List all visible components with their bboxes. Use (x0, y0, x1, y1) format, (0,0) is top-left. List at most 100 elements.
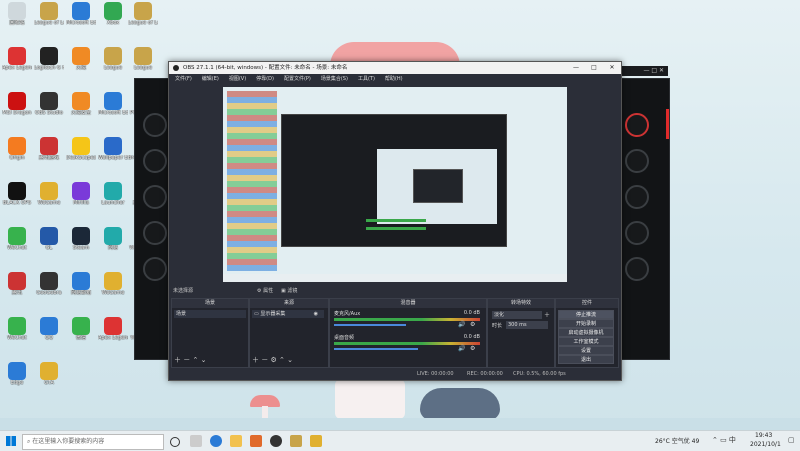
gear-icon[interactable]: ⚙ (470, 321, 475, 328)
taskbar-search-input[interactable]: ⌕ 在这里输入你要搜索的内容 (22, 434, 164, 450)
app-icon[interactable] (250, 435, 262, 447)
desktop-shortcut[interactable]: DeskScapes (66, 137, 96, 171)
duration-input[interactable]: 300 ms (506, 321, 548, 329)
add-source-button[interactable]: ＋ (252, 356, 259, 364)
system-tray-icons[interactable]: ⌃ ▭ 中 (712, 435, 736, 445)
add-scene-button[interactable]: ＋ (174, 356, 181, 364)
desktop-shortcut[interactable]: League (98, 47, 128, 81)
move-down-button[interactable]: ⌄ (287, 356, 293, 364)
desktop-shortcut[interactable]: GeoGebra (34, 272, 64, 306)
obs-taskbar-icon[interactable] (270, 435, 282, 447)
desktop-shortcut[interactable]: WeGame (34, 182, 64, 216)
weather-text[interactable]: 26°C 空气优 49 (655, 436, 699, 445)
edge-icon[interactable] (210, 435, 222, 447)
desktop-shortcut[interactable]: Wallpaper Engine (98, 137, 128, 171)
desktop-shortcut[interactable]: 腾讯 (2, 272, 32, 306)
add-transition-icon[interactable]: ＋ (544, 310, 550, 319)
desktop-shortcut[interactable]: 火绒安全 (66, 92, 96, 126)
file-explorer-icon[interactable] (230, 435, 242, 447)
desktop-shortcut[interactable]: Mirillis (66, 182, 96, 216)
knob-icon (625, 113, 649, 137)
menu-item[interactable]: 停靠(D) (256, 76, 274, 82)
remove-source-button[interactable]: － (261, 356, 268, 364)
source-settings-button[interactable]: ⚙ (270, 356, 276, 364)
gear-icon[interactable]: ⚙ (470, 345, 475, 352)
source-item[interactable]: ▭ 显示器采集 ◉ (252, 310, 324, 318)
menu-item[interactable]: 视图(V) (229, 76, 246, 82)
desktop-shortcut[interactable]: Apex Legends (98, 317, 128, 351)
mixer-channel-name: 麦克风/Aux (334, 311, 361, 317)
studio-mode-button[interactable]: 工作室模式 (558, 337, 614, 346)
speaker-icon[interactable]: 🔊 (458, 345, 465, 352)
nested-mixer-bars (366, 219, 426, 222)
move-up-button[interactable]: ⌃ (279, 356, 285, 364)
exit-button[interactable]: 退出 (558, 355, 614, 364)
notification-icon[interactable]: ▢ (788, 436, 795, 444)
start-recording-button[interactable]: 开始录制 (558, 319, 614, 328)
desktop-shortcut[interactable]: GL (34, 227, 64, 261)
menu-item[interactable]: 文件(F) (175, 76, 192, 82)
settings-button[interactable]: 设置 (558, 346, 614, 355)
desktop-shortcut[interactable]: OBS Studio (34, 92, 64, 126)
start-virtual-camera-button[interactable]: 启动虚拟摄像机 (558, 328, 614, 337)
desktop-shortcut[interactable]: WeChat (2, 227, 32, 261)
menu-item[interactable]: 配置文件(P) (284, 76, 311, 82)
menu-item[interactable]: 工具(T) (358, 76, 375, 82)
desktop-shortcut[interactable]: 微信 (66, 317, 96, 351)
desktop-shortcut[interactable]: Logitech G HUB (34, 47, 64, 81)
properties-button[interactable]: ⚙ 属性 (257, 286, 273, 296)
desktop-shortcut[interactable]: Steam (66, 227, 96, 261)
desktop-shortcut[interactable]: Origin (2, 137, 32, 171)
windows-start-icon[interactable] (6, 436, 16, 446)
menu-item[interactable]: 编辑(E) (202, 76, 219, 82)
desktop-shortcut[interactable]: Microsoft Edge (98, 92, 128, 126)
obs-titlebar[interactable]: OBS 27.1.1 (64-bit, windows) - 配置文件: 未命名… (169, 62, 621, 74)
desktop-shortcut[interactable]: GTA (34, 362, 64, 396)
eye-icon[interactable]: ◉ (314, 310, 318, 318)
transition-select[interactable]: 淡化 (492, 311, 542, 319)
app-icon (40, 227, 58, 245)
move-up-button[interactable]: ⌃ (192, 356, 198, 364)
desktop-shortcut[interactable]: WeChat (2, 317, 32, 351)
speaker-icon[interactable]: 🔊 (458, 321, 465, 328)
desktop-shortcut[interactable]: Apex Legends (2, 47, 32, 81)
desktop-shortcut[interactable]: MSI Dragon (2, 92, 32, 126)
close-button[interactable]: ✕ (603, 62, 621, 74)
desktop-shortcut-label: 网易邮箱 (70, 290, 91, 296)
clock-time[interactable]: 19:43 (755, 432, 772, 439)
league-icon[interactable] (290, 435, 302, 447)
desktop-shortcut[interactable]: League of Legends (34, 2, 64, 36)
clock-date[interactable]: 2021/10/1 (750, 441, 781, 448)
desktop-shortcut[interactable]: 回收站 (2, 2, 32, 36)
volume-slider[interactable] (334, 348, 418, 350)
desktop-shortcut[interactable]: Microsoft Edge (66, 2, 96, 36)
remove-scene-button[interactable]: － (183, 356, 190, 364)
desktop-shortcut[interactable]: League (128, 47, 158, 81)
volume-slider[interactable] (334, 324, 406, 326)
desktop-shortcut[interactable]: 火绒 (66, 47, 96, 81)
stop-streaming-button[interactable]: 停止推流 (558, 310, 614, 319)
widgets-icon[interactable] (190, 435, 202, 447)
menu-item[interactable]: 帮助(H) (385, 76, 403, 82)
desktop-shortcut[interactable]: Launcher (98, 182, 128, 216)
maximize-button[interactable]: □ (585, 62, 603, 74)
desktop-shortcut[interactable]: Xbox (98, 2, 128, 36)
scene-item[interactable]: 场景 (174, 310, 246, 318)
filters-button[interactable]: ▣ 滤镜 (281, 286, 297, 296)
desktop-shortcut[interactable]: QQ (34, 317, 64, 351)
desktop-shortcut[interactable]: BLACK OPS (2, 182, 32, 216)
minimize-button[interactable]: — (567, 62, 585, 74)
task-view-icon[interactable] (170, 437, 180, 447)
preview-canvas[interactable] (223, 87, 567, 282)
desktop-shortcut-label: Xbox (106, 20, 120, 26)
menu-item[interactable]: 场景集合(S) (321, 76, 348, 82)
desktop-shortcut[interactable]: 网易邮箱 (66, 272, 96, 306)
wegame-icon[interactable] (310, 435, 322, 447)
desktop-shortcut[interactable]: League of Legends (128, 2, 158, 36)
desktop-shortcut[interactable]: Edge (2, 362, 32, 396)
desktop-shortcut[interactable]: 网易 (98, 227, 128, 261)
obs-window[interactable]: OBS 27.1.1 (64-bit, windows) - 配置文件: 未命名… (168, 61, 622, 381)
desktop-shortcut[interactable]: 腾讯游戏 (34, 137, 64, 171)
move-down-button[interactable]: ⌄ (201, 356, 207, 364)
desktop-shortcut[interactable]: WeGame (98, 272, 128, 306)
